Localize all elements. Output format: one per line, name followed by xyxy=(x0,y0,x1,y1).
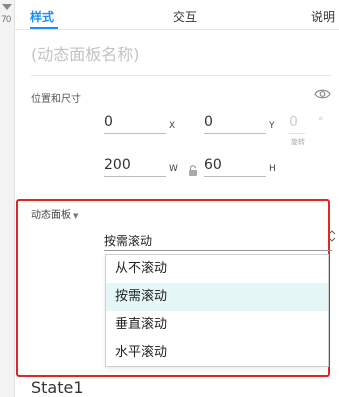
rotation-label: 旋转 xyxy=(291,138,305,146)
tab-interaction[interactable]: 交互 xyxy=(173,8,197,25)
dynamic-panel-label-text: 动态面板 xyxy=(31,210,71,221)
option-horizontal-scroll[interactable]: 水平滚动 xyxy=(106,339,328,367)
x-unit-label: X xyxy=(169,121,176,131)
y-input[interactable]: 0 xyxy=(204,112,266,134)
height-unit-label: H xyxy=(269,164,276,174)
option-never-scroll[interactable]: 从不滚动 xyxy=(106,255,328,283)
lock-icon[interactable] xyxy=(188,165,198,177)
tab-bar: 样式 交互 说明 xyxy=(15,0,339,30)
scroll-mode-dropdown: 从不滚动 按需滚动 垂直滚动 水平滚动 xyxy=(105,254,329,367)
x-input[interactable]: 0 xyxy=(104,112,166,134)
option-vertical-scroll[interactable]: 垂直滚动 xyxy=(106,311,328,339)
width-unit-label: W xyxy=(169,164,178,174)
y-unit-label: Y xyxy=(269,121,275,131)
eye-icon[interactable] xyxy=(314,88,331,100)
ruler-value: 70 xyxy=(1,15,12,25)
panel-name-input[interactable]: (动态面板名称) xyxy=(31,41,331,76)
ruler-arrow-icon[interactable] xyxy=(2,4,12,10)
rotation-input[interactable]: 0 xyxy=(289,112,305,134)
width-input[interactable]: 200 xyxy=(104,155,166,177)
option-scroll-as-needed[interactable]: 按需滚动 xyxy=(106,283,328,311)
scroll-mode-select[interactable]: 按需滚动 xyxy=(104,229,336,251)
dynamic-panel-label[interactable]: 动态面板 ▼ xyxy=(31,206,78,221)
rotation-unit-label: ° xyxy=(318,115,324,128)
position-size-label: 位置和尺寸 xyxy=(31,94,81,105)
tab-style[interactable]: 样式 xyxy=(30,8,54,25)
tab-notes[interactable]: 说明 xyxy=(311,8,335,25)
dropdown-arrows-icon xyxy=(328,230,336,242)
vertical-ruler: 70 xyxy=(0,0,15,397)
scroll-mode-selected: 按需滚动 xyxy=(104,234,153,248)
caret-down-icon: ▼ xyxy=(73,212,79,220)
state-name[interactable]: State1 xyxy=(31,378,84,397)
height-input[interactable]: 60 xyxy=(204,155,266,177)
active-tab-indicator xyxy=(30,27,58,29)
